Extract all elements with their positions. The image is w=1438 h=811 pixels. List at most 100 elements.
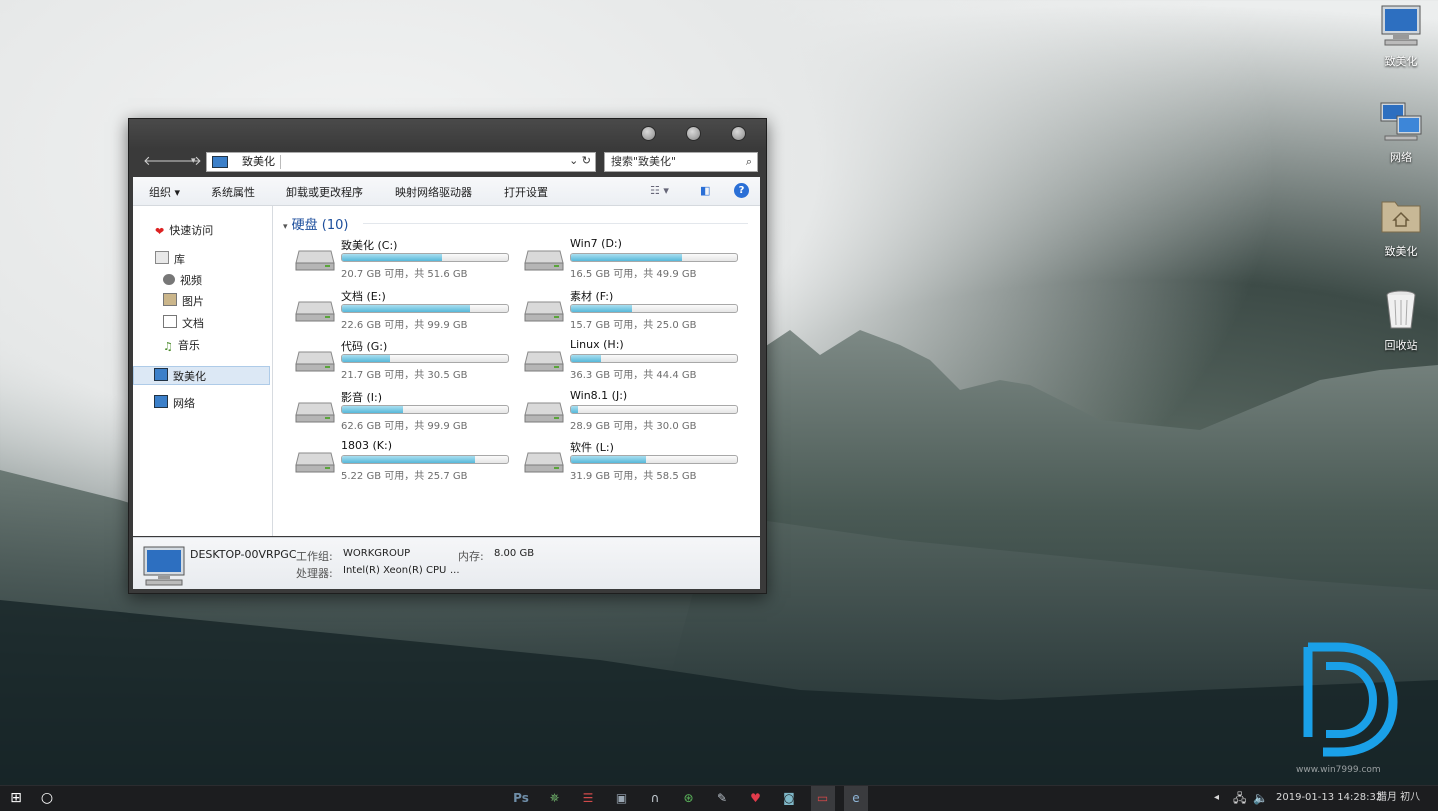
drive-usage-fill bbox=[342, 405, 404, 413]
drive-usage-fill bbox=[571, 405, 578, 413]
taskbar: ⊞ ○ Ps ✵ ☰ ▣ ∩ ⊛ ✎ ♥ ◙ ▭ e ◂ 🖧 🔈 2019-01-13 14:28:… bbox=[0, 785, 1438, 811]
cortana-icon[interactable]: ○ bbox=[35, 786, 59, 811]
search-icon[interactable]: ⌕ bbox=[746, 153, 752, 171]
hard-drive-icon bbox=[524, 250, 564, 271]
windows-start-icon[interactable]: ⊞ bbox=[4, 786, 28, 811]
drive-tile[interactable]: 影音 (I:) 62.6 GB 可用，共 99.9 GB bbox=[289, 389, 514, 432]
recent-dropdown-icon[interactable]: ▾ bbox=[191, 156, 196, 166]
maximize-button[interactable] bbox=[686, 126, 701, 141]
refresh-icon[interactable]: ↻ bbox=[582, 154, 591, 167]
drive-tile[interactable]: Win7 (D:) 16.5 GB 可用，共 49.9 GB bbox=[518, 237, 743, 280]
drive-usage-fill bbox=[571, 304, 633, 312]
nav-item-network[interactable]: 网络 bbox=[133, 394, 291, 413]
uninstall-button[interactable]: 卸载或更改程序 bbox=[286, 184, 363, 200]
drive-tile[interactable]: 1803 (K:) 5.22 GB 可用，共 25.7 GB bbox=[289, 439, 514, 482]
nav-item-library[interactable]: 库 bbox=[133, 250, 292, 269]
desktop-icon-recycle-bin[interactable]: 回收站 bbox=[1371, 288, 1431, 353]
drive-free-space: 22.6 GB 可用，共 99.9 GB bbox=[341, 319, 468, 331]
headphones-icon[interactable]: ∩ bbox=[643, 786, 667, 811]
window-app-icon[interactable]: ▣ bbox=[610, 786, 634, 811]
hard-drive-icon bbox=[524, 351, 564, 372]
address-controls[interactable]: ⌄ ↻ bbox=[569, 154, 591, 167]
desktop-icon-label: 致美化 bbox=[1384, 245, 1418, 258]
drive-tile[interactable]: Win8.1 (J:) 28.9 GB 可用，共 30.0 GB bbox=[518, 389, 743, 432]
system-properties-button[interactable]: 系统属性 bbox=[211, 184, 255, 200]
forward-arrow-icon[interactable]: 🡒 bbox=[167, 153, 202, 169]
drive-free-space: 21.7 GB 可用，共 30.5 GB bbox=[341, 370, 468, 381]
app-red-icon[interactable]: ☰ bbox=[576, 786, 600, 811]
open-settings-button[interactable]: 打开设置 bbox=[504, 184, 548, 200]
recycle-bin-icon bbox=[1386, 290, 1416, 329]
clock[interactable]: 2019-01-13 14:28:32 bbox=[1276, 786, 1382, 811]
drive-tile[interactable]: 文档 (E:) 22.6 GB 可用，共 99.9 GB bbox=[289, 288, 514, 331]
drive-usage-fill bbox=[342, 254, 442, 261]
drive-name: 代码 (G:) bbox=[341, 340, 388, 353]
title-bar[interactable] bbox=[129, 119, 766, 149]
desktop-icon-label: 回收站 bbox=[1384, 339, 1418, 352]
drives-view: ▾ 硬盘 (10) 致美化 (C:) 20.7 GB 可用，共 51.6 GB Wi… bbox=[273, 206, 760, 536]
tray-expand-icon[interactable]: ◂ bbox=[1214, 786, 1219, 811]
view-options-icon[interactable]: ☷ ▾ bbox=[650, 184, 669, 197]
drive-usage-bar bbox=[341, 303, 509, 313]
search-placeholder: 搜索"致美化" bbox=[611, 155, 677, 168]
computer-app-icon[interactable]: ▭ bbox=[810, 786, 835, 811]
drive-free-space: 16.5 GB 可用，共 49.9 GB bbox=[570, 269, 697, 280]
network-tray-icon[interactable]: 🖧 bbox=[1233, 786, 1246, 811]
nav-item-quick-access[interactable]: ❤ 快速访问 bbox=[133, 221, 292, 240]
search-input[interactable]: 搜索"致美化" ⌕ bbox=[604, 152, 758, 172]
camera-icon[interactable]: ◙ bbox=[777, 786, 801, 811]
hard-drive-icon bbox=[295, 351, 335, 372]
lunar-date[interactable]: 腊月 初八 bbox=[1377, 786, 1420, 811]
hard-drive-icon bbox=[524, 402, 564, 422]
preview-pane-icon[interactable]: ◧ bbox=[700, 184, 710, 197]
desktop-icon-computer[interactable]: 致美化 bbox=[1371, 4, 1431, 69]
drive-tile[interactable]: 致美化 (C:) 20.7 GB 可用，共 51.6 GB bbox=[289, 237, 514, 280]
processor-label: 处理器: bbox=[296, 567, 333, 580]
drive-usage-fill bbox=[571, 254, 683, 261]
address-bar[interactable]: 致美化 ⌄ ↻ bbox=[206, 152, 596, 172]
collapse-icon[interactable]: ▾ bbox=[283, 222, 288, 232]
minimize-button[interactable] bbox=[641, 126, 656, 141]
drive-free-space: 31.9 GB 可用，共 58.5 GB bbox=[570, 471, 697, 482]
nav-item-this-pc[interactable]: 致美化 bbox=[133, 366, 270, 385]
drive-name: Win7 (D:) bbox=[570, 237, 622, 250]
drive-usage-bar bbox=[341, 253, 509, 262]
breadcrumb[interactable]: 致美化 bbox=[237, 155, 281, 169]
drive-name: 1803 (K:) bbox=[341, 439, 392, 452]
drive-tile[interactable]: 软件 (L:) 31.9 GB 可用，共 58.5 GB bbox=[518, 439, 743, 482]
network-icon bbox=[154, 395, 168, 408]
help-icon[interactable]: ? bbox=[734, 183, 749, 198]
refresh-app-icon[interactable]: ⊛ bbox=[677, 786, 701, 811]
volume-icon[interactable]: 🔈 bbox=[1253, 786, 1268, 811]
drive-tile[interactable]: 素材 (F:) 15.7 GB 可用，共 25.0 GB bbox=[518, 288, 743, 331]
heart-icon[interactable]: ♥ bbox=[744, 786, 768, 811]
chevron-down-icon[interactable]: ⌄ bbox=[569, 154, 578, 167]
desktop-icon-label: 致美化 bbox=[1384, 55, 1418, 68]
gear-icon[interactable]: ✵ bbox=[543, 786, 567, 811]
hard-drive-icon bbox=[295, 301, 335, 321]
computer-icon bbox=[143, 546, 185, 586]
drive-usage-fill bbox=[342, 355, 391, 362]
group-divider bbox=[363, 223, 748, 224]
navigation-bar: 🡐 🡒 ▾ 致美化 ⌄ ↻ 搜索"致美化" ⌕ bbox=[129, 149, 766, 175]
organize-button[interactable]: 组织 ▾ bbox=[149, 184, 180, 200]
drive-name: 文档 (E:) bbox=[341, 289, 386, 303]
workgroup-value: WORKGROUP bbox=[343, 548, 411, 559]
notepad-icon[interactable]: ✎ bbox=[710, 786, 734, 811]
drive-tile[interactable]: 代码 (G:) 21.7 GB 可用，共 30.5 GB bbox=[289, 338, 514, 381]
close-button[interactable] bbox=[731, 126, 746, 141]
memory-value: 8.00 GB bbox=[494, 548, 535, 559]
drive-usage-fill bbox=[342, 456, 475, 463]
map-network-drive-button[interactable]: 映射网络驱动器 bbox=[395, 184, 472, 200]
photoshop-icon[interactable]: Ps bbox=[509, 786, 533, 811]
computer-icon bbox=[154, 368, 168, 381]
desktop-icon-network[interactable]: 网络 bbox=[1371, 100, 1431, 165]
desktop-icon-home-folder[interactable]: 致美化 bbox=[1371, 194, 1431, 259]
computer-icon bbox=[212, 156, 228, 168]
hard-drive-icon bbox=[524, 452, 564, 473]
group-header[interactable]: ▾ 硬盘 (10) bbox=[283, 214, 349, 233]
edge-icon[interactable]: e bbox=[844, 786, 868, 811]
drive-tile[interactable]: Linux (H:) 36.3 GB 可用，共 44.4 GB bbox=[518, 338, 743, 381]
drive-usage-bar bbox=[570, 404, 738, 414]
command-bar: 组织 ▾ 系统属性 卸载或更改程序 映射网络驱动器 打开设置 ☷ ▾ ◧ ? bbox=[133, 177, 760, 206]
